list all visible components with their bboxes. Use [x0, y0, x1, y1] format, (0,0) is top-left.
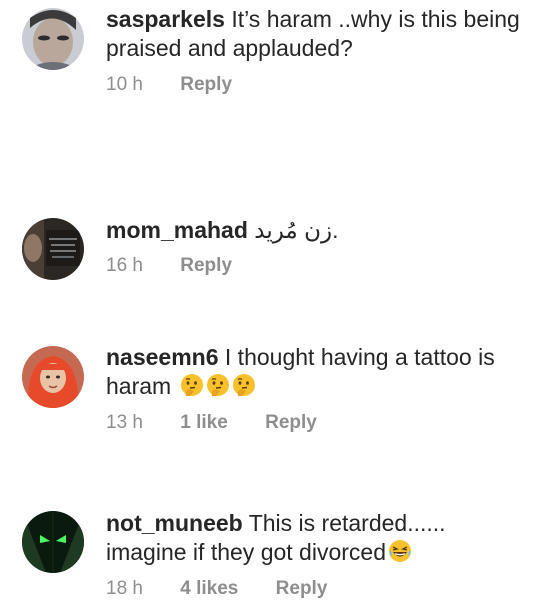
comment-text: mom_mahad زن مُريد.	[106, 216, 531, 245]
avatar-image	[22, 346, 84, 408]
comment-time: 18 h	[106, 578, 143, 599]
reply-button[interactable]: Reply	[180, 255, 232, 277]
thinking-face-icon	[206, 373, 230, 397]
comment-meta: 18 h 4 likes Reply	[106, 578, 327, 600]
comment-username[interactable]: not_muneeb	[106, 510, 243, 536]
reply-button[interactable]: Reply	[276, 578, 328, 600]
reply-button[interactable]: Reply	[265, 412, 317, 434]
comment-username[interactable]: mom_mahad	[106, 217, 248, 243]
comment-time: 10 h	[106, 74, 143, 95]
comment-time: 13 h	[106, 412, 143, 433]
comment-text: naseemn6 I thought having a tattoo is ha…	[106, 343, 531, 401]
comment-text: not_muneeb This is retarded...... imagin…	[106, 509, 531, 567]
avatar-image	[22, 218, 84, 280]
likes-count[interactable]: 4 likes	[180, 578, 238, 600]
avatar[interactable]	[22, 511, 84, 573]
comment-meta: 10 h Reply	[106, 74, 232, 96]
avatar-image	[22, 8, 84, 70]
comment-meta: 13 h 1 like Reply	[106, 412, 317, 434]
comment-meta: 16 h Reply	[106, 255, 232, 277]
laughing-face-icon	[388, 539, 412, 563]
reply-button[interactable]: Reply	[180, 74, 232, 96]
avatar[interactable]	[22, 346, 84, 408]
comment-username[interactable]: naseemn6	[106, 344, 219, 370]
comment-username[interactable]: sasparkels	[106, 6, 225, 32]
avatar-image	[22, 511, 84, 573]
comment-time: 16 h	[106, 255, 143, 276]
thinking-face-icon	[180, 373, 204, 397]
comment-body: زن مُريد.	[247, 217, 339, 243]
avatar[interactable]	[22, 8, 84, 70]
comment-text: sasparkels It’s haram ..why is this bein…	[106, 5, 531, 63]
likes-count[interactable]: 1 like	[180, 412, 228, 434]
thinking-face-icon	[232, 373, 256, 397]
avatar[interactable]	[22, 218, 84, 280]
